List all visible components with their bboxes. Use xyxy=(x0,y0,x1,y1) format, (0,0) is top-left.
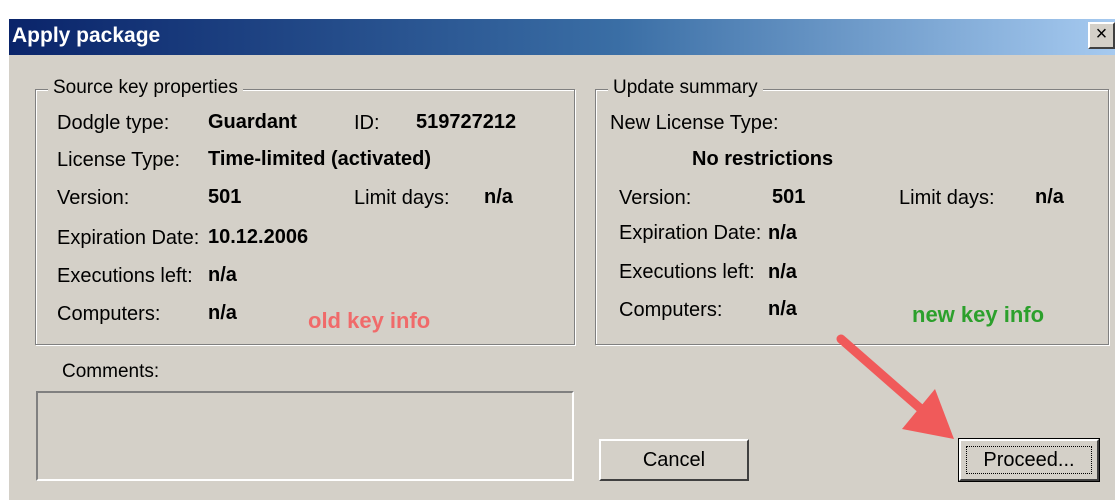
computers-value: n/a xyxy=(208,302,237,324)
proceed-button[interactable]: Proceed... xyxy=(958,438,1100,482)
version-value: 501 xyxy=(208,186,242,208)
update-summary-group: Update summary New License Type: No rest… xyxy=(595,77,1109,345)
summary-computers-label: Computers: xyxy=(619,299,723,321)
dongle-type-value: Guardant xyxy=(208,111,297,133)
computers-label: Computers: xyxy=(57,303,161,325)
version-label: Version: xyxy=(57,187,130,209)
old-key-info-annotation: old key info xyxy=(308,308,431,333)
limit-days-label: Limit days: xyxy=(354,187,450,209)
proceed-button-label: Proceed... xyxy=(983,449,1075,471)
limit-days-value: n/a xyxy=(484,186,513,208)
summary-version-label: Version: xyxy=(619,187,692,209)
summary-version-value: 501 xyxy=(772,186,806,208)
title-bar[interactable]: Apply package × xyxy=(9,19,1115,55)
expiration-date-value: 10.12.2006 xyxy=(208,226,309,248)
annotation-arrow xyxy=(836,334,954,439)
summary-group-legend: Update summary xyxy=(608,77,763,99)
apply-package-dialog: Apply package × Source key properties Do… xyxy=(9,18,1115,500)
summary-expiration-value: n/a xyxy=(768,222,797,244)
summary-limit-days-value: n/a xyxy=(1035,186,1064,208)
license-type-label: License Type: xyxy=(57,149,181,171)
new-license-type-label: New License Type: xyxy=(610,112,779,134)
window-title: Apply package xyxy=(12,24,161,47)
summary-executions-label: Executions left: xyxy=(619,261,755,283)
source-key-properties-group: Source key properties Dodgle type: Guard… xyxy=(35,77,575,345)
dongle-type-label: Dodgle type: xyxy=(57,112,170,134)
summary-computers-value: n/a xyxy=(768,298,797,320)
expiration-date-label: Expiration Date: xyxy=(57,227,200,249)
cancel-button-label: Cancel xyxy=(642,449,706,471)
comments-label: Comments: xyxy=(62,361,160,382)
id-label: ID: xyxy=(354,112,380,134)
executions-left-value: n/a xyxy=(208,264,237,286)
cancel-button[interactable]: Cancel xyxy=(599,439,749,481)
new-license-type-value: No restrictions xyxy=(692,148,834,170)
close-button[interactable]: × xyxy=(1088,22,1115,49)
summary-expiration-label: Expiration Date: xyxy=(619,222,762,244)
executions-left-label: Executions left: xyxy=(57,265,193,287)
new-key-info-annotation: new key info xyxy=(912,302,1045,327)
comments-field[interactable] xyxy=(36,391,574,481)
summary-executions-value: n/a xyxy=(768,261,797,283)
source-group-legend: Source key properties xyxy=(48,77,243,99)
close-icon: × xyxy=(1095,23,1108,45)
license-type-value: Time-limited (activated) xyxy=(208,148,432,170)
summary-limit-days-label: Limit days: xyxy=(899,187,995,209)
id-value: 519727212 xyxy=(416,111,517,133)
